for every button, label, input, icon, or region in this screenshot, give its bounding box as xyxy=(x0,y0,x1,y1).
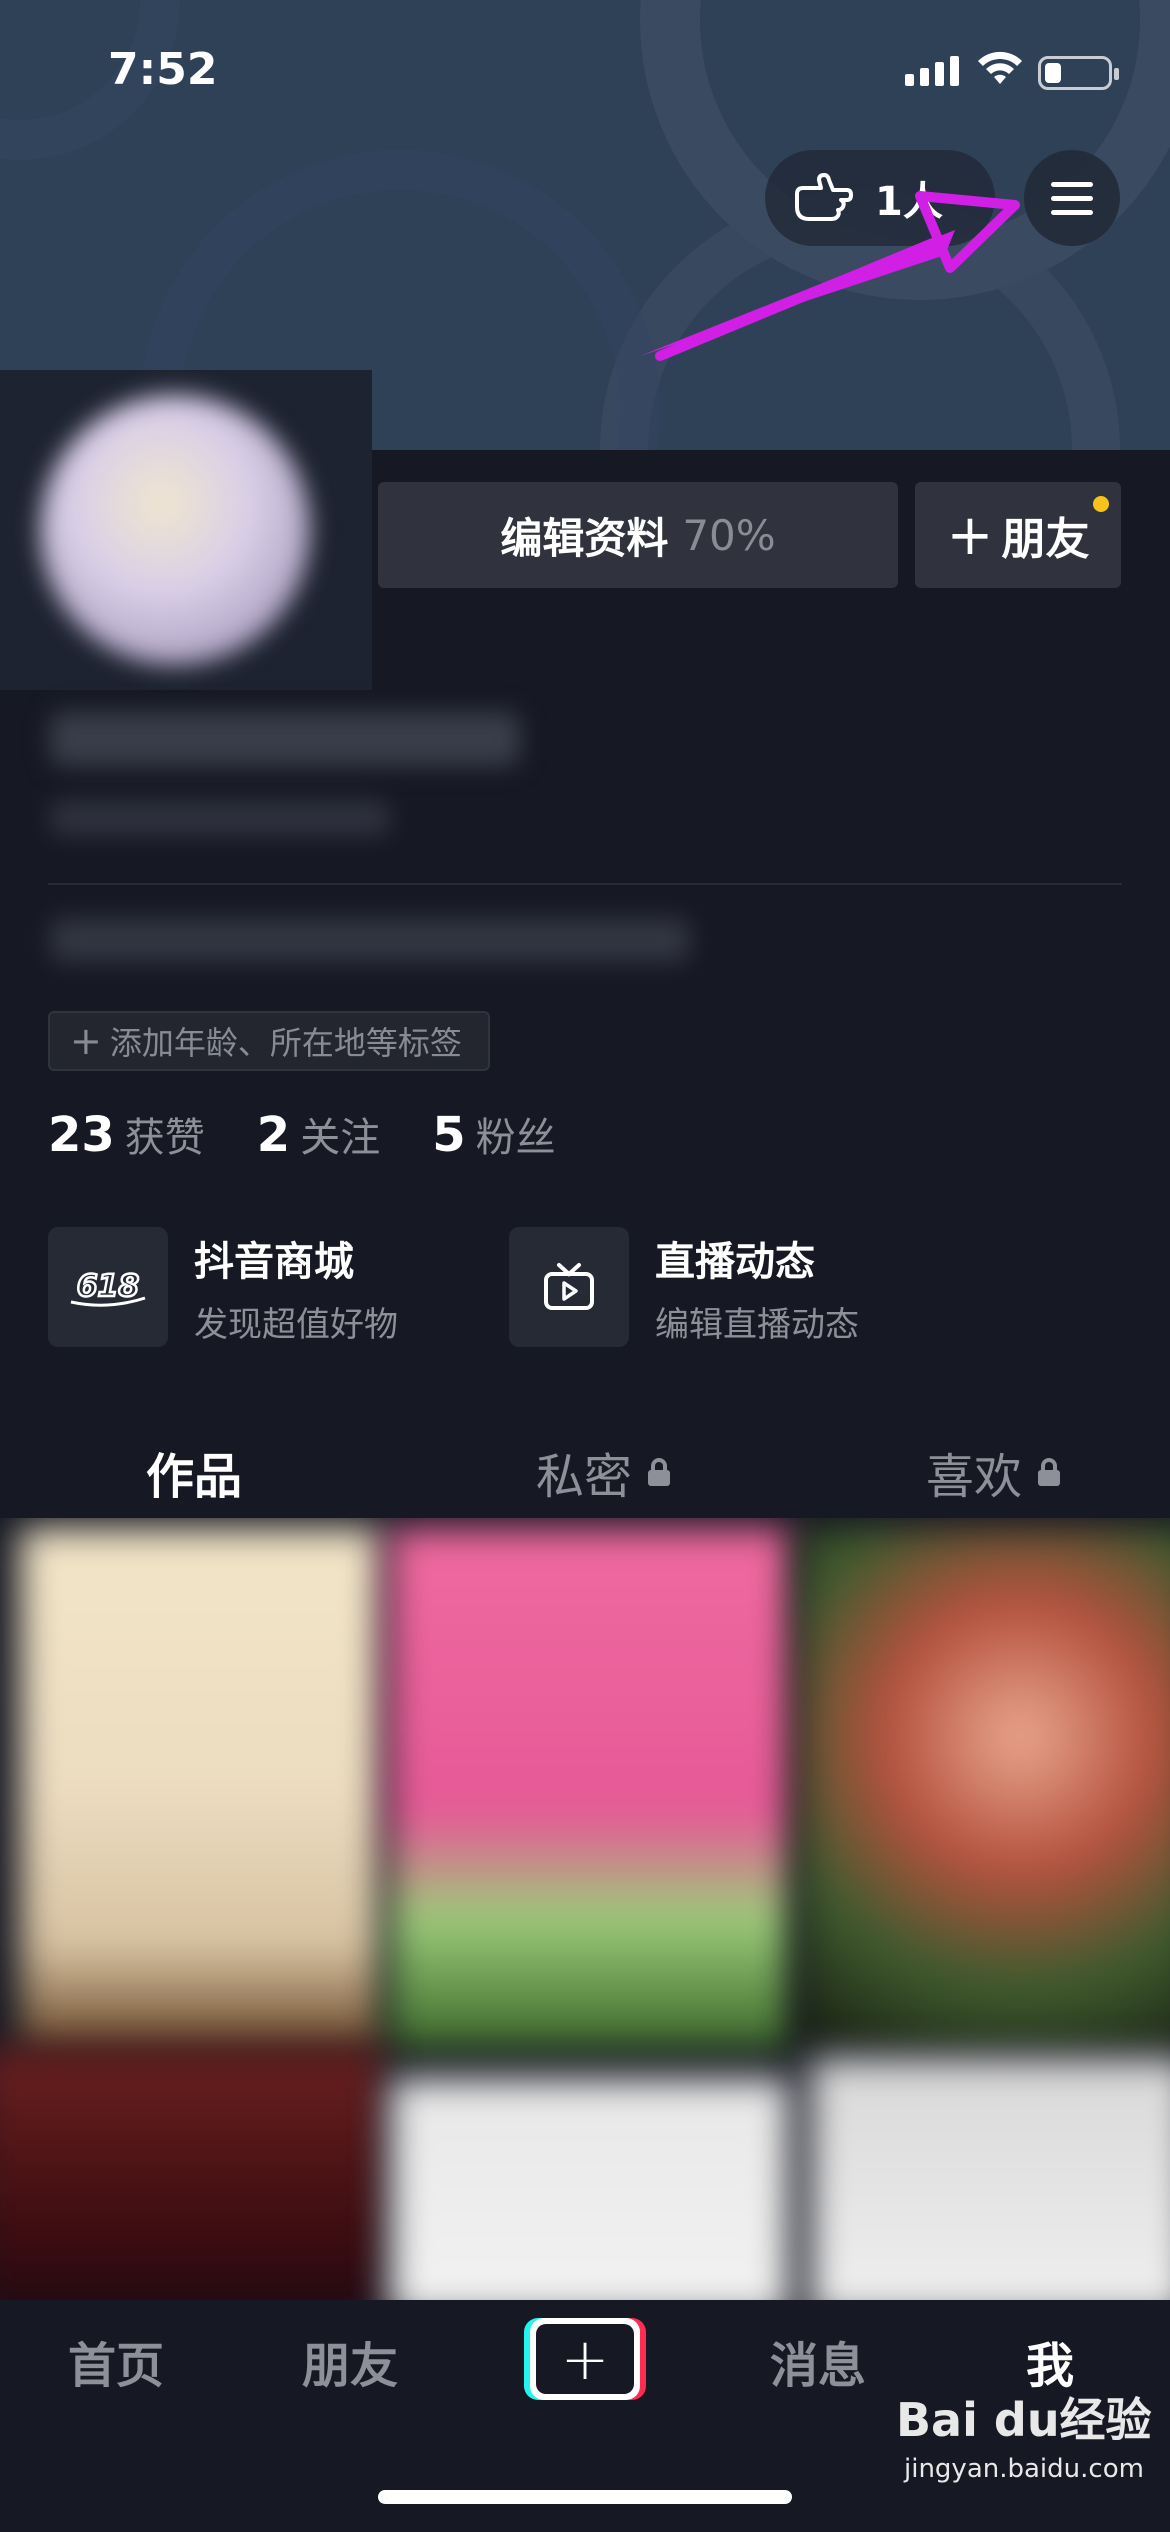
add-tag-label: 添加年龄、所在地等标签 xyxy=(109,1024,462,1062)
create-button[interactable]: + xyxy=(524,2318,646,2400)
stat-followers[interactable]: 5 粉丝 xyxy=(432,1105,555,1163)
profile-stats: 23 获赞 2 关注 5 粉丝 xyxy=(48,1105,556,1163)
feature-title: 抖音商城 xyxy=(194,1238,354,1285)
watermark: Bai du经验 jingyan.baidu.com xyxy=(896,2384,1152,2484)
video-thumbnail[interactable] xyxy=(20,1528,380,2048)
watermark-url: jingyan.baidu.com xyxy=(904,2454,1144,2484)
video-thumbnail[interactable] xyxy=(390,1528,790,2048)
feature-title: 直播动态 xyxy=(655,1238,815,1285)
edit-profile-button[interactable]: 编辑资料 70% xyxy=(378,482,898,588)
divider xyxy=(48,883,1122,885)
visitors-count: 1人 xyxy=(875,179,943,225)
visitors-button[interactable]: 1人 xyxy=(765,150,995,246)
lock-icon xyxy=(648,1458,671,1486)
plus-icon: + xyxy=(536,2324,634,2394)
feature-live[interactable]: 直播动态 编辑直播动态 xyxy=(509,1227,859,1347)
video-thumbnail[interactable] xyxy=(390,2078,790,2300)
stat-likes[interactable]: 23 获赞 xyxy=(48,1105,205,1163)
battery-icon xyxy=(1038,56,1119,90)
wifi-icon xyxy=(978,51,1022,84)
content-tabs: 作品 私密 喜欢 xyxy=(0,1415,1170,1515)
username-blurred xyxy=(50,712,520,766)
add-friend-label: 朋友 xyxy=(1001,514,1090,565)
svg-text:618: 618 xyxy=(77,1269,140,1304)
status-bar: 7:52 xyxy=(0,0,1170,140)
user-id-blurred xyxy=(50,800,390,836)
stat-number: 5 xyxy=(432,1107,466,1163)
stat-following[interactable]: 2 关注 xyxy=(257,1105,380,1163)
video-thumbnail[interactable] xyxy=(0,2048,380,2300)
feature-shop[interactable]: 618 抖音商城 发现超值好物 xyxy=(48,1227,398,1347)
tab-works[interactable]: 作品 xyxy=(146,1437,242,1507)
avatar[interactable] xyxy=(40,395,310,665)
feature-subtitle: 发现超值好物 xyxy=(194,1304,398,1345)
tv-icon xyxy=(509,1227,629,1347)
nav-messages[interactable]: 消息 xyxy=(770,2326,866,2396)
home-indicator xyxy=(378,2490,792,2504)
618-icon: 618 xyxy=(48,1227,168,1347)
feature-subtitle: 编辑直播动态 xyxy=(655,1304,859,1345)
tab-label: 作品 xyxy=(146,1449,243,1505)
lock-icon xyxy=(1038,1458,1061,1486)
notification-dot xyxy=(1093,496,1109,512)
stat-label: 获赞 xyxy=(124,1115,205,1161)
plus-icon: + xyxy=(946,502,994,568)
hamburger-icon xyxy=(1051,181,1093,187)
status-time: 7:52 xyxy=(108,44,218,95)
profile-completion: 70% xyxy=(682,510,776,560)
tab-private[interactable]: 私密 xyxy=(536,1437,671,1507)
nav-friends[interactable]: 朋友 xyxy=(302,2326,398,2396)
watermark-brand: Bai du经验 xyxy=(896,2393,1152,2447)
video-thumbnail[interactable] xyxy=(810,2058,1170,2300)
tab-likes[interactable]: 喜欢 xyxy=(926,1437,1061,1507)
stat-label: 粉丝 xyxy=(475,1115,556,1161)
menu-button[interactable] xyxy=(1024,150,1120,246)
stat-label: 关注 xyxy=(300,1115,381,1161)
nav-home[interactable]: 首页 xyxy=(68,2326,164,2396)
add-tag-button[interactable]: + 添加年龄、所在地等标签 xyxy=(48,1011,490,1071)
tab-label: 喜欢 xyxy=(926,1449,1023,1505)
bio-blurred xyxy=(50,918,690,962)
stat-number: 2 xyxy=(256,1107,291,1163)
add-friend-button[interactable]: + 朋友 xyxy=(915,482,1121,588)
video-grid xyxy=(0,1518,1170,2300)
tab-label: 私密 xyxy=(536,1449,633,1505)
cellular-signal-icon xyxy=(905,56,959,86)
edit-profile-label: 编辑资料 xyxy=(500,513,669,563)
pointing-hand-icon xyxy=(795,173,853,221)
stat-number: 23 xyxy=(48,1107,115,1163)
video-thumbnail[interactable] xyxy=(800,1528,1170,2048)
plus-icon: + xyxy=(70,1019,102,1063)
